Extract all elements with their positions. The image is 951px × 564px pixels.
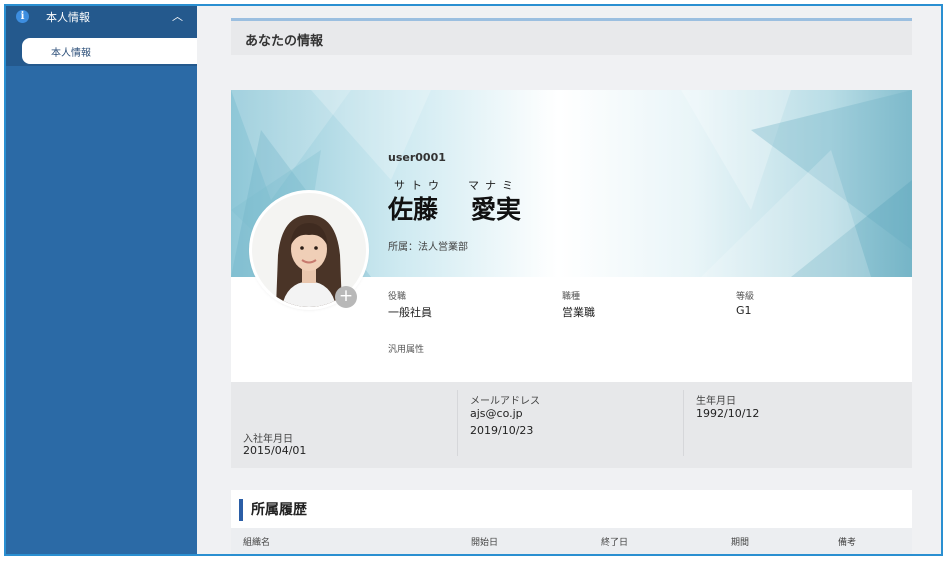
email-label: メールアドレス [470,396,540,407]
sidebar-item-label: 本人情報 [51,48,91,59]
info-icon: i [16,10,29,23]
position-label: 役職 [388,292,407,302]
job-type-label: 職種 [562,292,581,302]
name-family: 佐藤 [388,195,439,224]
app-window: i 本人情報 ︿ 本人情報 あなたの情報 user0001 サトウ マナミ 佐藤… [4,4,943,556]
section-title: 所属履歴 [239,499,307,521]
page-title: あなたの情報 [245,34,324,49]
page-header: あなたの情報 [231,18,912,55]
affiliation-history: 所属履歴 組織名 開始日 終了日 期間 備考 [231,490,912,554]
grade-value: G1 [736,304,752,317]
column-header-period: 期間 [731,538,750,548]
divider [683,390,684,456]
sidebar-section-header[interactable]: i 本人情報 ︿ [6,6,197,28]
email-value: ajs@co.jp [470,407,523,420]
divider [457,390,458,456]
job-type-value: 営業職 [562,306,595,319]
general-attribute-label: 汎用属性 [388,345,425,355]
add-photo-button[interactable]: + [335,286,357,308]
column-header-start-date: 開始日 [471,538,499,548]
affiliation: 所属：法人営業部 [388,242,468,253]
birth-date-label: 生年月日 [696,396,736,407]
sidebar: i 本人情報 ︿ 本人情報 [6,6,197,554]
column-header-organization: 組織名 [243,538,271,548]
email-date-value: 2019/10/23 [470,424,534,437]
user-id: user0001 [388,151,446,164]
join-date-value: 2015/04/01 [243,444,307,457]
grade-label: 等級 [736,292,755,302]
table-header: 組織名 開始日 終了日 期間 備考 [231,528,912,554]
main-content: あなたの情報 user0001 サトウ マナミ 佐藤 愛実 所属：法人営業部 +… [197,6,941,554]
position-value: 一般社員 [388,306,432,319]
birth-date-value: 1992/10/12 [696,407,760,420]
column-header-notes: 備考 [838,538,857,548]
sidebar-section-title: 本人情報 [46,11,90,24]
chevron-up-icon[interactable]: ︿ [172,8,183,24]
profile-details: 入社年月日 2015/04/01 メールアドレス ajs@co.jp 2019/… [231,382,912,468]
join-date-label: 入社年月日 [243,434,293,445]
profile-card: user0001 サトウ マナミ 佐藤 愛実 所属：法人営業部 + 役職 一般社… [231,90,912,468]
sidebar-section: i 本人情報 ︿ 本人情報 [6,6,197,66]
column-header-end-date: 終了日 [601,538,629,548]
name-given: 愛実 [471,195,522,224]
sidebar-item-personal-info[interactable]: 本人情報 [22,38,197,64]
